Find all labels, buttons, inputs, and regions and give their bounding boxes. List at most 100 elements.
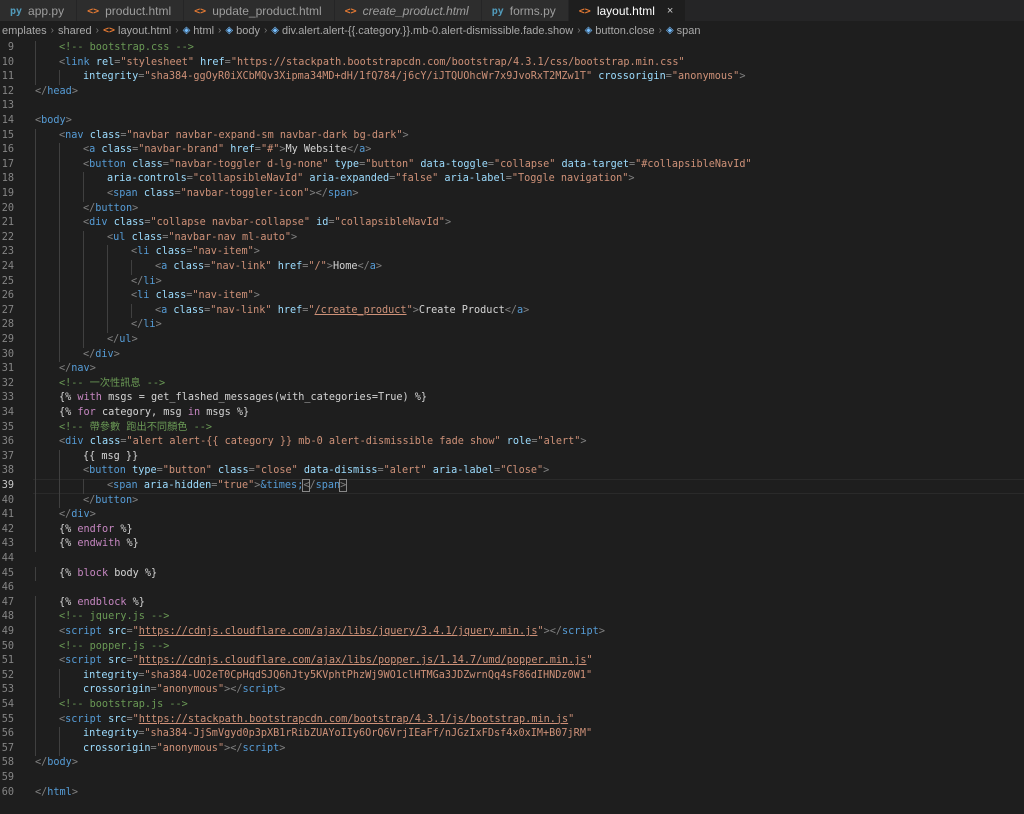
code-line[interactable]: 20 </button> <box>0 201 1024 217</box>
code-line[interactable]: 46 <box>0 581 1024 596</box>
token-text: category, msg <box>95 407 188 418</box>
token-keyword: endblock <box>77 596 127 608</box>
code-line[interactable]: 54 <!-- bootstrap.js --> <box>0 698 1024 713</box>
breadcrumb-item[interactable]: emplates <box>2 25 47 37</box>
breadcrumb-item[interactable]: ◈ span <box>666 25 701 37</box>
tab-app-py[interactable]: py app.py <box>0 0 78 21</box>
token-text: {% <box>59 392 78 404</box>
code-line[interactable]: 10 <link rel="stylesheet" href="https://s… <box>0 55 1024 71</box>
code-line[interactable]: 48 <!-- jquery.js --> <box>0 610 1024 625</box>
code-line[interactable]: 56 integrity="sha384-JjSmVgyd0p3pXB1rRibZ… <box>0 727 1024 742</box>
token-attribute: integrity <box>83 728 139 740</box>
token-text: body %} <box>108 567 158 579</box>
token-punctuation: </ <box>131 275 144 287</box>
line-code: </div> <box>59 508 96 523</box>
code-line[interactable]: 17 <button class="navbar-toggler d-lg-non… <box>0 157 1024 173</box>
code-line[interactable]: 57 crossorigin="anonymous"></script> <box>0 741 1024 757</box>
code-line[interactable]: 45 {% block body %} <box>0 566 1024 582</box>
code-line[interactable]: 44 <box>0 552 1024 567</box>
code-line[interactable]: 29 </ul> <box>0 333 1024 348</box>
code-line[interactable]: 22 <ul class="navbar-nav ml-auto"> <box>0 230 1024 246</box>
token-punctuation: </ <box>131 319 144 331</box>
indent-guide <box>83 230 84 246</box>
code-line[interactable]: 13 <box>0 99 1024 114</box>
line-number: 13 <box>1 100 14 112</box>
code-line[interactable]: 16 <a class="navbar-brand" href="#">My We… <box>0 143 1024 158</box>
code-line[interactable]: 9 <!-- bootstrap.css --> <box>0 41 1024 56</box>
token-tag-name: script <box>562 626 599 637</box>
line-number: 43 <box>1 538 14 550</box>
line-code: <button class="navbar-toggler d-lg-none"… <box>83 158 752 173</box>
code-line[interactable]: 11 integrity="sha384-ggOyR0iXCbMQv3Xipma3… <box>0 70 1024 85</box>
token-tag-name: nav <box>65 129 84 141</box>
code-line[interactable]: 24 <a class="nav-link" href="/">Home</a> <box>0 260 1024 275</box>
code-line[interactable]: 33 {% with msgs = get_flashed_messages(wi… <box>0 391 1024 406</box>
tab-product-html[interactable]: <> product.html <box>77 0 185 21</box>
code-line[interactable]: 38 <button type="button" class="close" da… <box>0 464 1024 479</box>
token-attribute: class <box>155 246 187 258</box>
code-line[interactable]: 31 </nav> <box>0 362 1024 377</box>
code-line[interactable]: 40 </button> <box>0 493 1024 509</box>
code-line[interactable]: 53 crossorigin="anonymous"></script> <box>0 683 1024 698</box>
breadcrumb-item[interactable]: ◈ button.close <box>585 25 655 37</box>
code-line[interactable]: 12 </head> <box>0 85 1024 100</box>
code-line[interactable]: 41 </div> <box>0 508 1024 523</box>
line-code: <!-- bootstrap.css --> <box>59 41 194 56</box>
breadcrumb-item[interactable]: <> layout.html <box>103 25 171 37</box>
line-code: <a class="nav-link" href="/create_produc… <box>155 304 529 319</box>
breadcrumb-item[interactable]: ◈ html <box>183 25 214 37</box>
code-editor[interactable]: 9 <!-- bootstrap.css --> 10 <link rel="styl… <box>0 39 1024 814</box>
tab-forms-py[interactable]: py forms.py <box>481 0 569 21</box>
code-line[interactable]: 37 {{ msg }} <box>0 449 1024 465</box>
code-line[interactable]: 21 <div class="collapse navbar-collapse" … <box>0 216 1024 231</box>
tab-update-product-html[interactable]: <> update_product.html <box>184 0 335 21</box>
code-line[interactable]: 55 <script src="https://stackpath.bootstr… <box>0 712 1024 728</box>
token-text: %} <box>120 538 139 550</box>
indent-guide <box>35 566 36 582</box>
code-line[interactable]: 30 </div> <box>0 347 1024 363</box>
line-code: </li> <box>131 318 162 333</box>
code-line[interactable]: 32 <!-- 一次性訊息 --> <box>0 376 1024 392</box>
code-line[interactable]: 47 {% endblock %} <box>0 595 1024 611</box>
code-line[interactable]: 58 </body> <box>0 756 1024 771</box>
code-line[interactable]: 39 <span aria-hidden="true">&times;</span… <box>0 479 1024 494</box>
close-tab-icon[interactable]: × <box>667 5 673 17</box>
code-line[interactable]: 50 <!-- popper.js --> <box>0 639 1024 655</box>
breadcrumb-item[interactable]: ◈ div.alert.alert-{{.category.}}.mb-0.ale… <box>271 25 573 37</box>
code-line[interactable]: 36 <div class="alert alert-{{ category }}… <box>0 435 1024 450</box>
code-line[interactable]: 42 {% endfor %} <box>0 522 1024 538</box>
code-line[interactable]: 51 <script src="https://cdnjs.cloudflare.… <box>0 654 1024 669</box>
indent-guide <box>35 610 36 625</box>
line-number: 12 <box>1 85 14 97</box>
code-line[interactable]: 35 <!-- 帶參數 跑出不同顏色 --> <box>0 420 1024 436</box>
chevron-right-icon: › <box>50 25 54 36</box>
code-line[interactable]: 34 {% for category, msg in msgs %} <box>0 406 1024 421</box>
token-comment: <!-- 帶參數 跑出不同顏色 --> <box>59 421 213 433</box>
tab-create-product-html[interactable]: <> create_product.html <box>334 0 482 21</box>
code-line[interactable]: 28 </li> <box>0 318 1024 333</box>
code-line[interactable]: 25 </li> <box>0 274 1024 290</box>
tab-layout-html[interactable]: <> layout.html × <box>568 0 687 21</box>
breadcrumb-label: emplates <box>2 24 47 37</box>
code-line[interactable]: 60 </html> <box>0 786 1024 801</box>
code-line[interactable]: 14 <body> <box>0 114 1024 129</box>
code-line[interactable]: 27 <a class="nav-link" href="/create_prod… <box>0 303 1024 319</box>
code-line[interactable]: 49 <script src="https://cdnjs.cloudflare.… <box>0 625 1024 640</box>
code-line[interactable]: 52 integrity="sha384-UO2eT0CpHqdSJQ6hJty5… <box>0 668 1024 684</box>
token-string: "Close" <box>500 465 544 477</box>
code-line[interactable]: 59 <box>0 771 1024 786</box>
code-line[interactable]: 15 <nav class="navbar navbar-expand-sm na… <box>0 128 1024 144</box>
code-line[interactable]: 43 {% endwith %} <box>0 537 1024 552</box>
code-line[interactable]: 18 aria-controls="collapsibleNavId" aria-… <box>0 172 1024 187</box>
code-line[interactable]: 19 <span class="navbar-toggler-icon"></sp… <box>0 187 1024 202</box>
tab-label: create_product.html <box>362 4 469 18</box>
breadcrumb-item[interactable]: shared <box>58 25 92 37</box>
code-line[interactable]: 26 <li class="nav-item"> <box>0 289 1024 304</box>
token-string: "anonymous" <box>671 71 740 83</box>
indent-guide <box>35 493 36 509</box>
breadcrumb-item[interactable]: ◈ body <box>225 25 260 37</box>
indent-guide <box>83 303 84 319</box>
code-line[interactable]: 23 <li class="nav-item"> <box>0 245 1024 260</box>
token-attribute: id <box>316 217 329 229</box>
line-number: 15 <box>1 129 14 141</box>
